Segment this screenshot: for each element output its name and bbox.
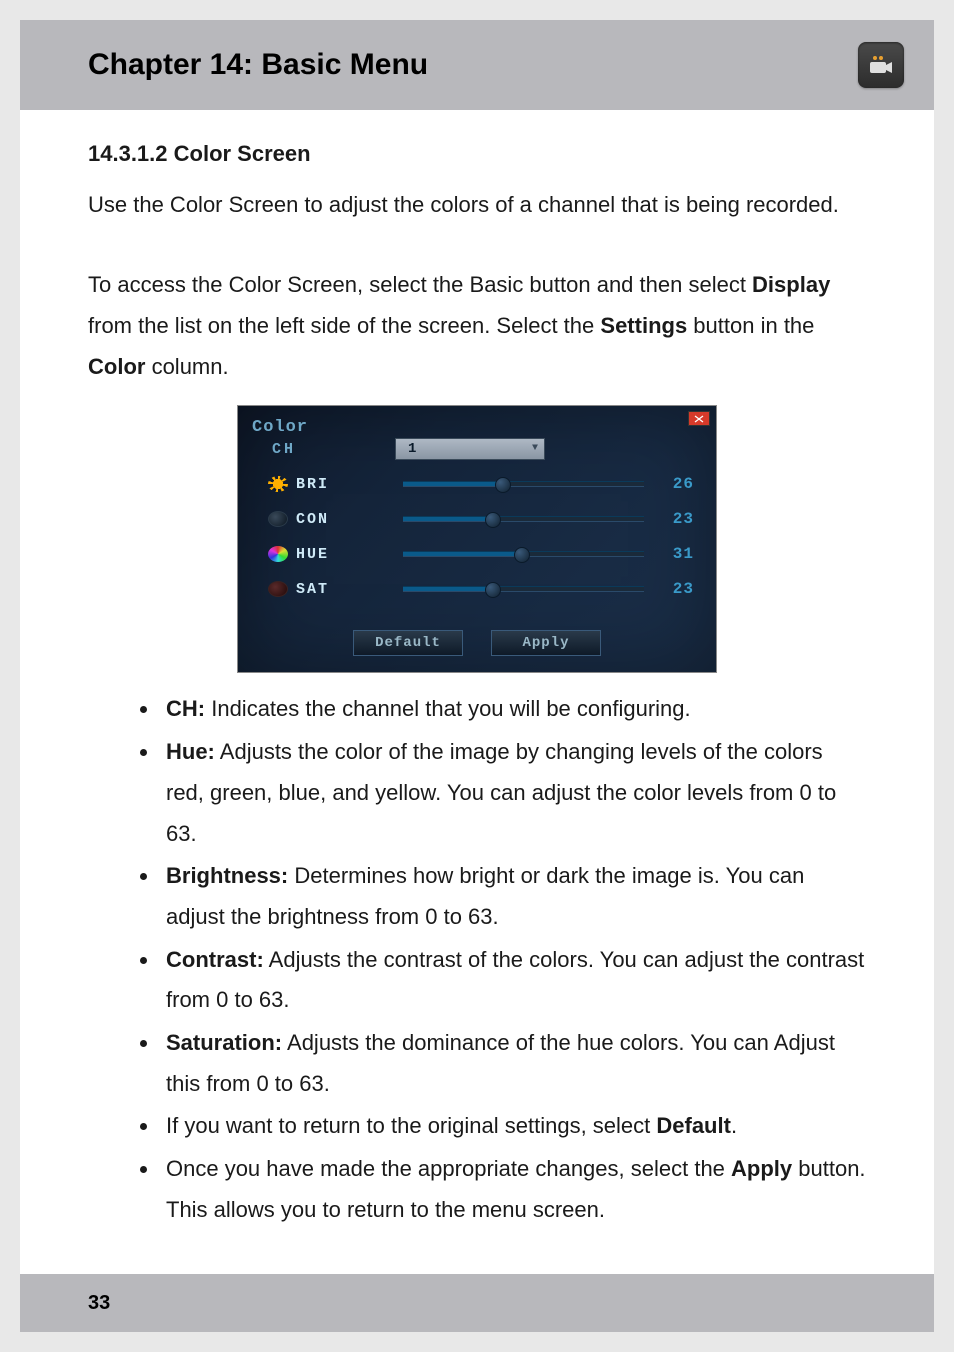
text-fragment: To access the Color Screen, select the B…: [88, 272, 752, 297]
chevron-down-icon: ▼: [532, 440, 538, 459]
list-item: If you want to return to the original se…: [160, 1106, 866, 1147]
brightness-slider[interactable]: [403, 481, 644, 487]
hue-row: HUE 31: [268, 541, 694, 567]
chapter-header: Chapter 14: Basic Menu: [20, 20, 934, 110]
definition: Adjusts the color of the image by changi…: [166, 739, 836, 845]
bold-color: Color: [88, 354, 145, 379]
hue-icon: [268, 546, 288, 562]
color-dialog-screenshot: Color CH 1 ▼ BRI: [237, 405, 717, 673]
figure-container: Color CH 1 ▼ BRI: [88, 405, 866, 673]
default-button[interactable]: Default: [353, 630, 463, 656]
ch-label: CH: [268, 436, 383, 464]
dialog-body: CH 1 ▼ BRI 26: [268, 436, 694, 602]
hue-value: 31: [664, 540, 694, 570]
close-icon[interactable]: [688, 411, 710, 426]
term: Brightness:: [166, 863, 288, 888]
list-item: Contrast: Adjusts the contrast of the co…: [160, 940, 866, 1021]
bold-settings: Settings: [600, 313, 687, 338]
access-paragraph: To access the Color Screen, select the B…: [88, 265, 866, 387]
content-body: 14.3.1.2 Color Screen Use the Color Scre…: [20, 110, 934, 1230]
contrast-icon: [268, 511, 288, 527]
bri-label: BRI: [268, 471, 383, 499]
document-page: Chapter 14: Basic Menu 14.3.1.2 Color Sc…: [20, 20, 934, 1332]
term: Contrast:: [166, 947, 264, 972]
sat-value: 23: [664, 575, 694, 605]
camera-icon: [858, 42, 904, 88]
text-fragment: If you want to return to the original se…: [166, 1113, 656, 1138]
list-item: Once you have made the appropriate chang…: [160, 1149, 866, 1230]
bri-value: 26: [664, 470, 694, 500]
list-item: Hue: Adjusts the color of the image by c…: [160, 732, 866, 854]
definition: Indicates the channel that you will be c…: [205, 696, 691, 721]
saturation-icon: [268, 581, 288, 597]
term: Saturation:: [166, 1030, 282, 1055]
apply-button[interactable]: Apply: [491, 630, 601, 656]
section-heading: 14.3.1.2 Color Screen: [88, 134, 866, 175]
channel-value: 1: [408, 437, 416, 463]
list-item: Saturation: Adjusts the dominance of the…: [160, 1023, 866, 1104]
chapter-title: Chapter 14: Basic Menu: [88, 48, 428, 82]
page-number: 33: [88, 1292, 110, 1315]
con-value: 23: [664, 505, 694, 535]
con-label: CON: [268, 506, 383, 534]
page-footer: 33: [20, 1274, 934, 1332]
term: CH:: [166, 696, 205, 721]
sat-row: SAT 23: [268, 576, 694, 602]
text-fragment: from the list on the left side of the sc…: [88, 313, 600, 338]
definition: Adjusts the contrast of the colors. You …: [166, 947, 864, 1013]
slider-label: HUE: [296, 541, 329, 569]
slider-label: SAT: [296, 576, 329, 604]
channel-row: CH 1 ▼: [268, 436, 694, 462]
sun-icon: [268, 476, 288, 492]
description-list: CH: Indicates the channel that you will …: [88, 689, 866, 1230]
term: Hue:: [166, 739, 215, 764]
hue-slider[interactable]: [403, 551, 644, 557]
dialog-buttons: Default Apply: [238, 630, 716, 656]
slider-label: CON: [296, 506, 329, 534]
list-item: Brightness: Determines how bright or dar…: [160, 856, 866, 937]
contrast-slider[interactable]: [403, 516, 644, 522]
text-fragment: column.: [145, 354, 228, 379]
sat-label: SAT: [268, 576, 383, 604]
slider-label: BRI: [296, 471, 329, 499]
channel-select[interactable]: 1 ▼: [395, 438, 545, 460]
bri-row: BRI 26: [268, 471, 694, 497]
saturation-slider[interactable]: [403, 586, 644, 592]
intro-paragraph: Use the Color Screen to adjust the color…: [88, 185, 866, 226]
text-fragment: button in the: [687, 313, 814, 338]
hue-label: HUE: [268, 541, 383, 569]
list-item: CH: Indicates the channel that you will …: [160, 689, 866, 730]
bold-apply: Apply: [731, 1156, 792, 1181]
text-fragment: Once you have made the appropriate chang…: [166, 1156, 731, 1181]
con-row: CON 23: [268, 506, 694, 532]
bold-display: Display: [752, 272, 830, 297]
bold-default: Default: [656, 1113, 731, 1138]
text-fragment: .: [731, 1113, 737, 1138]
